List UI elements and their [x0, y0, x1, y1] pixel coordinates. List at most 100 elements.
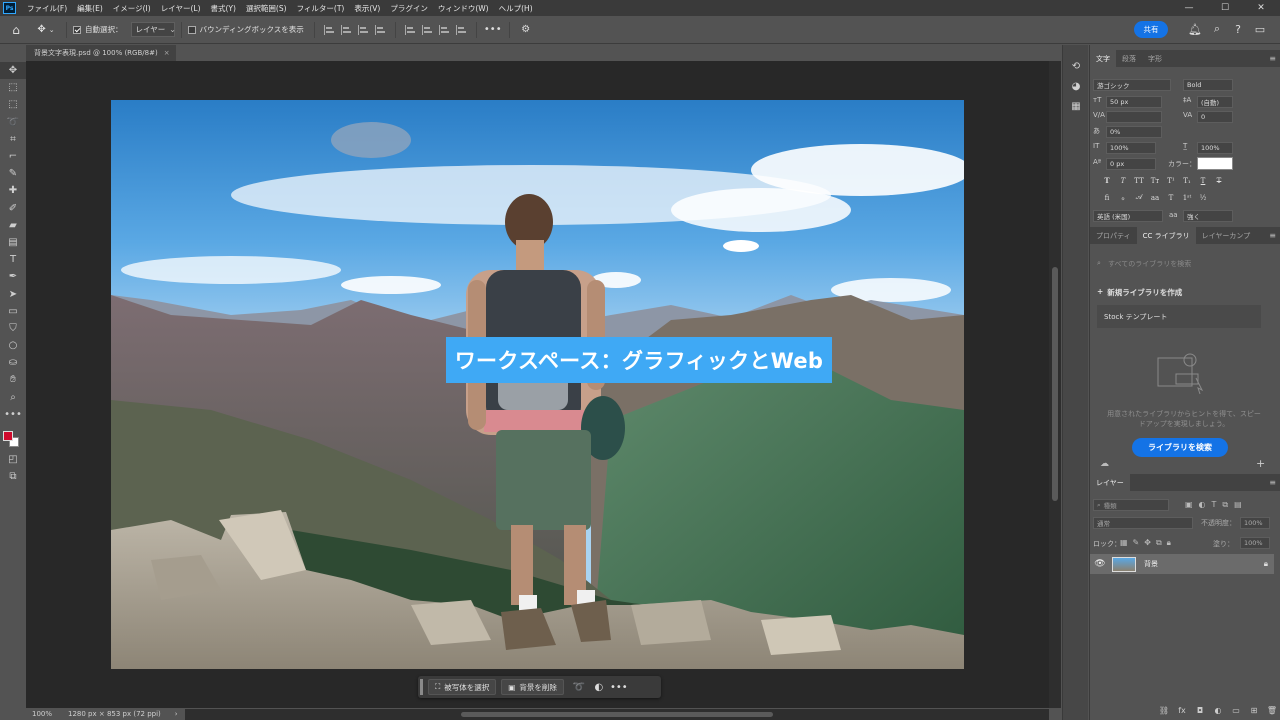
- brush-tool-icon[interactable]: ✐: [0, 200, 26, 217]
- color-swatches[interactable]: [0, 423, 26, 447]
- color-icon[interactable]: ◕: [1063, 77, 1089, 95]
- tsume-field[interactable]: 0%: [1106, 126, 1162, 138]
- new-library-button[interactable]: + 新規ライブラリを作成: [1097, 287, 1182, 298]
- opentype-titling-icon[interactable]: T: [1164, 192, 1178, 203]
- opentype-ordinal-icon[interactable]: 1ˢᵗ: [1180, 192, 1194, 203]
- stock-templates-item[interactable]: Stock テンプレート: [1097, 305, 1261, 328]
- adjustment-icon[interactable]: ◐: [589, 679, 609, 695]
- canvas-image[interactable]: [111, 100, 964, 669]
- group-icon[interactable]: ▭: [1227, 706, 1245, 715]
- close-tab-icon[interactable]: ×: [164, 49, 170, 57]
- new-layer-icon[interactable]: ⊞: [1245, 706, 1263, 715]
- home-icon[interactable]: ⌂: [0, 21, 32, 39]
- status-menu-icon[interactable]: ›: [175, 710, 178, 718]
- move-tool-icon[interactable]: ✥: [0, 62, 26, 80]
- fx-icon[interactable]: fx: [1173, 706, 1191, 715]
- font-style-select[interactable]: Bold: [1183, 79, 1233, 91]
- font-size-field[interactable]: 50 px: [1106, 96, 1162, 108]
- panel-menu-icon[interactable]: ≡: [1269, 231, 1276, 240]
- eraser-tool-icon[interactable]: ▰: [0, 217, 26, 234]
- small-caps-icon[interactable]: Tт: [1148, 175, 1162, 186]
- align-top-icon[interactable]: [404, 24, 416, 35]
- pen-tool-icon[interactable]: ✒: [0, 268, 26, 285]
- align-horizontal-icon[interactable]: [374, 24, 386, 35]
- workspace-icon[interactable]: ▭: [1252, 21, 1268, 37]
- path-selection-tool-icon[interactable]: ➤: [0, 285, 26, 302]
- link-layers-icon[interactable]: ⛓: [1155, 706, 1173, 715]
- maximize-button[interactable]: ☐: [1206, 0, 1244, 16]
- clone-tool-icon[interactable]: ⛀: [0, 354, 26, 371]
- bell-icon[interactable]: 🔔︎: [1187, 21, 1203, 37]
- minimize-button[interactable]: —: [1170, 0, 1208, 16]
- share-button[interactable]: 共有: [1134, 21, 1168, 38]
- layer-filter-icons[interactable]: ▣◐T⧉▤: [1185, 500, 1248, 510]
- hand-tool-icon[interactable]: ✋︎: [0, 371, 26, 388]
- opentype-fraction-icon[interactable]: ½: [1196, 192, 1210, 203]
- trash-icon[interactable]: 🗑︎: [1263, 706, 1280, 715]
- lock-icons[interactable]: ▦✎✥⧉🔒︎: [1120, 538, 1176, 548]
- screen-mode-icon[interactable]: ⧉: [0, 468, 26, 485]
- cloud-icon[interactable]: ☁: [1100, 459, 1109, 469]
- font-family-select[interactable]: 游ゴシック: [1093, 79, 1171, 91]
- menu-select[interactable]: 選択範囲(S): [241, 3, 292, 14]
- gear-icon[interactable]: ⚙: [516, 21, 536, 39]
- align-center-icon[interactable]: [340, 24, 352, 35]
- menu-edit[interactable]: 編集(E): [72, 3, 108, 14]
- tab-layer-comps[interactable]: レイヤーカンプ: [1196, 227, 1257, 244]
- panel-menu-icon[interactable]: ≡: [1269, 54, 1276, 63]
- tab-properties[interactable]: プロパティ: [1090, 227, 1137, 244]
- underline-icon[interactable]: T: [1196, 175, 1210, 186]
- history-icon[interactable]: ⟲: [1063, 57, 1089, 75]
- marquee-tool-icon[interactable]: ⬚: [0, 96, 26, 113]
- tab-layers[interactable]: レイヤー: [1090, 474, 1130, 491]
- layer-filter-select[interactable]: ⌕ 種類: [1093, 499, 1169, 511]
- swatches-icon[interactable]: ▦: [1063, 97, 1089, 115]
- align-vertical-icon[interactable]: [455, 24, 467, 35]
- tab-glyphs[interactable]: 字形: [1142, 50, 1168, 67]
- library-search-input[interactable]: すべてのライブラリを検索: [1108, 259, 1191, 269]
- foreground-color-swatch[interactable]: [3, 430, 13, 441]
- auto-select-target-dropdown[interactable]: レイヤー: [130, 22, 175, 37]
- crop-tool-icon[interactable]: ⌐: [0, 148, 26, 165]
- leading-field[interactable]: (自動): [1197, 96, 1233, 108]
- move-tool-preset-icon[interactable]: ✥ ⌄: [32, 21, 60, 39]
- show-bounding-box-checkbox[interactable]: バウンディングボックスを表示: [187, 24, 304, 35]
- menu-window[interactable]: ウィンドウ(W): [433, 3, 494, 14]
- quick-mask-icon[interactable]: ◰: [0, 451, 26, 468]
- panel-menu-icon[interactable]: ≡: [1269, 478, 1276, 487]
- fill-field[interactable]: 100%: [1240, 537, 1270, 549]
- opentype-ligature-icon[interactable]: ﬁ: [1100, 192, 1114, 203]
- vertical-scale-field[interactable]: 100%: [1106, 142, 1156, 154]
- artboard-tool-icon[interactable]: ⬚: [0, 79, 26, 96]
- align-right-icon[interactable]: [357, 24, 369, 35]
- subscript-icon[interactable]: T₁: [1180, 175, 1194, 186]
- more-button[interactable]: •••: [609, 679, 629, 695]
- adjustment-layer-icon[interactable]: ◐: [1209, 706, 1227, 715]
- tracking-field[interactable]: 0: [1197, 111, 1233, 123]
- scroll-thumb[interactable]: [461, 712, 773, 717]
- lasso-icon[interactable]: ➰: [569, 679, 589, 695]
- add-icon[interactable]: +: [1256, 457, 1265, 470]
- object-selection-tool-icon[interactable]: ⌗: [0, 131, 26, 148]
- opentype-alternate-icon[interactable]: aa: [1148, 192, 1162, 203]
- language-select[interactable]: 英語 (米国): [1093, 210, 1163, 222]
- headline-text-layer[interactable]: ワークスペース：グラフィックとWeb: [446, 337, 832, 383]
- tab-character[interactable]: 文字: [1090, 50, 1116, 67]
- drag-handle[interactable]: [420, 679, 423, 695]
- menu-file[interactable]: ファイル(F): [22, 3, 72, 14]
- faux-bold-icon[interactable]: T: [1100, 175, 1114, 186]
- opentype-swash-icon[interactable]: 𝒜: [1132, 192, 1146, 203]
- menu-image[interactable]: イメージ(I): [108, 3, 156, 14]
- eyedropper-tool-icon[interactable]: ✎: [0, 165, 26, 182]
- search-icon[interactable]: ⌕: [1209, 21, 1225, 37]
- layer-row[interactable]: 👁︎ 背景 🔒︎: [1090, 554, 1274, 574]
- all-caps-icon[interactable]: TT: [1132, 175, 1146, 186]
- baseline-shift-field[interactable]: 0 px: [1106, 158, 1156, 170]
- align-middle-icon[interactable]: [421, 24, 433, 35]
- opentype-discretionary-icon[interactable]: ℴ: [1116, 192, 1130, 203]
- remove-background-button[interactable]: ▣ 背景を削除: [501, 679, 564, 695]
- superscript-icon[interactable]: T¹: [1164, 175, 1178, 186]
- align-left-icon[interactable]: [323, 24, 335, 35]
- faux-italic-icon[interactable]: T: [1116, 175, 1130, 186]
- layer-name[interactable]: 背景: [1144, 559, 1158, 569]
